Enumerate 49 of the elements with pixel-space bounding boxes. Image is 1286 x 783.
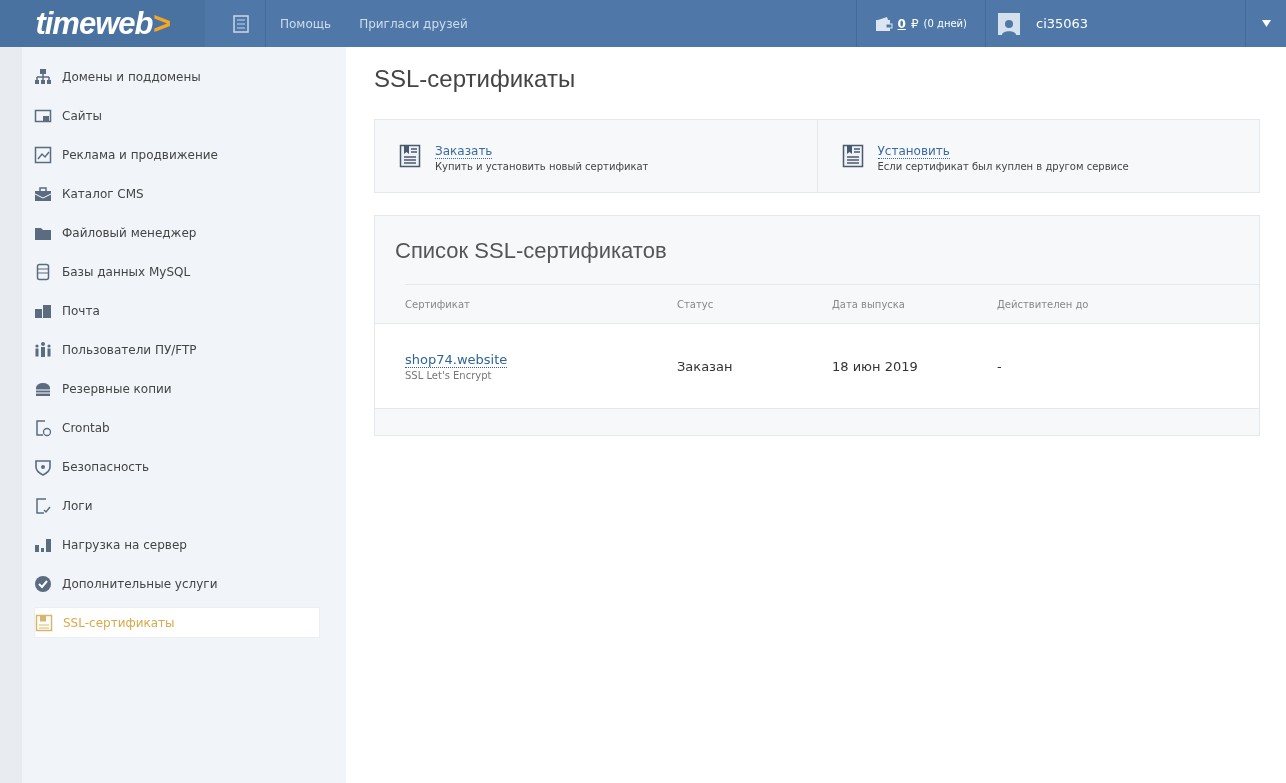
sidebar-item[interactable]: Безопасность — [34, 451, 320, 482]
sidebar-item[interactable]: Пользователи ПУ/FTP — [34, 334, 320, 365]
wallet-icon — [874, 15, 893, 32]
menu-icon — [34, 574, 52, 593]
valid-until-cell: - — [997, 358, 1002, 374]
sidebar-item[interactable]: Резервные копии — [34, 373, 320, 404]
balance-days: (0 дней) — [923, 18, 967, 29]
status-cell: Заказан — [677, 358, 733, 374]
action-link[interactable]: Заказать — [435, 144, 493, 159]
column-header: Сертификат — [405, 298, 470, 310]
column-header: Действителен до — [997, 298, 1089, 310]
menu-icon — [34, 67, 52, 86]
sidebar-item[interactable]: Нагрузка на сервер — [34, 529, 320, 560]
domain-link[interactable]: shop74.website — [405, 351, 508, 368]
sidebar-item[interactable]: Сайты — [34, 100, 320, 131]
menu-icon — [34, 496, 52, 515]
sidebar-item[interactable]: Реклама и продвижение — [34, 139, 320, 170]
menu-icon — [35, 613, 53, 632]
sidebar-item[interactable]: Crontab — [34, 412, 320, 443]
sidebar-item[interactable]: Дополнительные услуги — [34, 568, 320, 599]
currency-sign: ₽ — [910, 16, 919, 31]
action-description: Купить и установить новый сертификат — [435, 161, 649, 172]
list-title: Список SSL-сертификатов — [394, 237, 668, 265]
menu-icon — [34, 145, 52, 164]
sidebar-item[interactable]: Файловый менеджер — [34, 217, 320, 248]
column-header: Дата выпуска — [832, 298, 905, 310]
column-header: Статус — [677, 298, 714, 310]
menu-icon — [34, 457, 52, 476]
certificate-icon — [841, 144, 864, 168]
certificate-icon — [399, 144, 421, 168]
menu-icon — [34, 418, 52, 437]
dropdown-caret-icon[interactable] — [1261, 20, 1271, 27]
sidebar-item[interactable]: Базы данных MySQL — [34, 256, 320, 287]
balance-amount[interactable]: 0 — [897, 16, 906, 31]
menu-icon — [34, 262, 52, 281]
certificate-type: SSL Let's Encrypt — [405, 369, 493, 381]
action-link[interactable]: Установить — [877, 144, 950, 159]
book-icon[interactable] — [233, 14, 249, 33]
sidebar-item[interactable]: Каталог CMS — [34, 178, 320, 209]
sidebar-item[interactable]: Домены и поддомены — [34, 61, 320, 92]
menu-icon — [34, 184, 52, 203]
action-description: Если сертификат был куплен в другом сервисе — [877, 161, 1129, 172]
page-title: SSL-сертификаты — [374, 65, 577, 93]
avatar-icon[interactable] — [998, 12, 1020, 35]
sidebar-item[interactable]: Логи — [34, 490, 320, 521]
issue-date-cell: 18 июн 2019 — [832, 358, 918, 374]
sidebar-item[interactable]: Почта — [34, 295, 320, 326]
menu-icon — [34, 340, 52, 359]
username[interactable]: ci35063 — [1036, 16, 1089, 31]
